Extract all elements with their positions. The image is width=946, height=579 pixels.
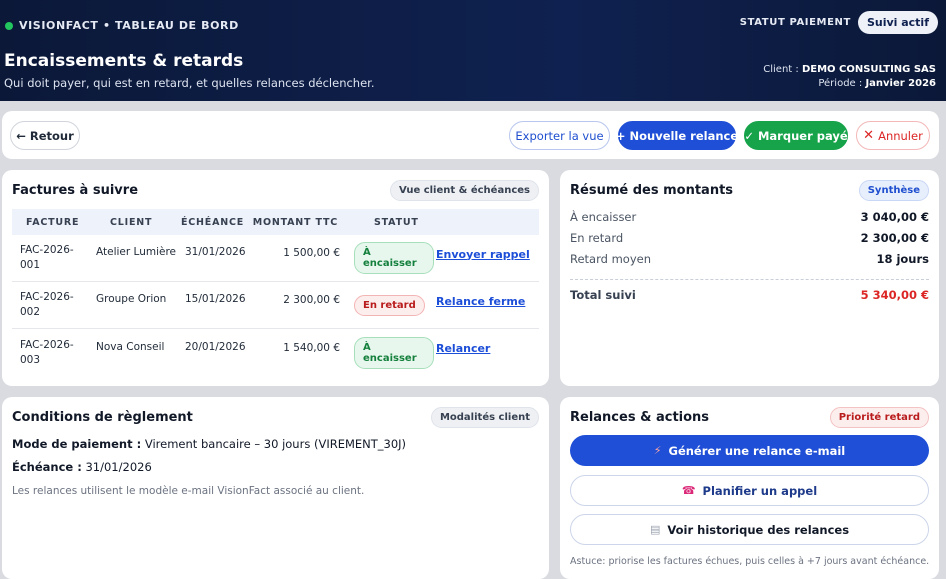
brand: VISIONFACT • TABLEAU DE BORD — [5, 19, 239, 32]
summary-value: 3 040,00 € — [860, 210, 929, 224]
summary-card: Résumé des montants Synthèse À encaisser… — [560, 170, 939, 386]
payment-method: Mode de paiement : Virement bancaire – 3… — [12, 437, 406, 451]
conditions-note: Les relances utilisent le modèle e-mail … — [12, 485, 365, 497]
period-label: Période : — [818, 78, 863, 89]
summary-tag: Synthèse — [858, 180, 929, 201]
payment-status: STATUT PAIEMENT Suivi actif — [740, 11, 938, 34]
invoice-number: FAC-2026-001 — [20, 244, 74, 271]
summary-total: Total suivi 5 340,00 € — [570, 288, 929, 302]
brand-label: VISIONFACT • TABLEAU DE BORD — [19, 19, 239, 32]
table-row: FAC-2026-003 Nova Conseil 20/01/2026 1 5… — [12, 329, 539, 376]
status-label: STATUT PAIEMENT — [739, 17, 851, 28]
payment-method-value: Virement bancaire – 30 jours (VIREMENT_3… — [144, 437, 407, 451]
client-name: DEMO CONSULTING SAS — [801, 64, 936, 75]
summary-title: Résumé des montants — [570, 183, 734, 198]
summary-total-label: Total suivi — [570, 288, 636, 302]
send-reminder-link[interactable]: Envoyer rappel — [436, 248, 530, 261]
toolbar: ← Retour Exporter la vue + Nouvelle rela… — [2, 111, 939, 159]
summary-value: 18 jours — [876, 252, 929, 266]
actions-title: Relances & actions — [570, 410, 710, 425]
summary-label: Retard moyen — [570, 252, 651, 266]
status-badge: À encaisser — [354, 242, 434, 274]
column-header-amount: MONTANT TTC — [252, 216, 338, 228]
app-header: VISIONFACT • TABLEAU DE BORD STATUT PAIE… — [0, 0, 946, 101]
document-icon: ▤ — [649, 523, 661, 536]
mark-paid-button[interactable]: ✓ Marquer payé — [744, 121, 848, 150]
cancel-label: Annuler — [878, 128, 923, 143]
due-date-value: 31/01/2026 — [85, 460, 152, 474]
close-icon: ✕ — [863, 128, 875, 143]
new-reminder-button[interactable]: + Nouvelle relance — [616, 121, 738, 150]
client-name: Nova Conseil — [96, 340, 165, 353]
conditions-title: Conditions de règlement — [12, 410, 193, 425]
summary-label: En retard — [570, 231, 624, 245]
generate-label: Générer une relance e-mail — [668, 443, 846, 458]
conditions-tag: Modalités client — [430, 407, 539, 428]
summary-total-value: 5 340,00 € — [860, 288, 929, 302]
summary-late: En retard 2 300,00 € — [570, 231, 929, 245]
due-date-label: Échéance : — [12, 460, 82, 474]
phone-icon: ☎ — [681, 484, 696, 497]
summary-label: À encaisser — [570, 210, 637, 224]
page-title: Encaissements & retards — [4, 51, 244, 71]
client-name: Atelier Lumière — [96, 246, 176, 258]
period-value: Janvier 2026 — [865, 78, 936, 89]
client-info: Client : DEMO CONSULTING SAS Période : J… — [763, 63, 936, 91]
cancel-button[interactable]: ✕ Annuler — [856, 121, 930, 150]
payment-conditions-card: Conditions de règlement Modalités client… — [2, 397, 549, 579]
history-label: Voir historique des relances — [667, 522, 850, 537]
invoices-card: Factures à suivre Vue client & échéances… — [2, 170, 549, 386]
amount: 1 500,00 € — [283, 247, 340, 259]
schedule-call-label: Planifier un appel — [702, 483, 818, 498]
page-subtitle: Qui doit payer, qui est en retard, et qu… — [4, 76, 375, 90]
invoice-number: FAC-2026-002 — [20, 291, 74, 318]
tip-text: Astuce: priorise les factures échues, pu… — [570, 556, 930, 567]
summary-to-collect: À encaisser 3 040,00 € — [570, 210, 929, 224]
due-date: 31/01/2026 — [185, 246, 246, 258]
export-view-button[interactable]: Exporter la vue — [509, 121, 610, 150]
invoices-tag: Vue client & échéances — [389, 180, 539, 201]
check-icon: ✓ — [744, 128, 754, 143]
reminder-history-button[interactable]: ▤ Voir historique des relances — [570, 514, 929, 545]
amount: 2 300,00 € — [283, 294, 340, 306]
due-date: 20/01/2026 — [185, 340, 246, 353]
summary-value: 2 300,00 € — [860, 231, 929, 245]
status-badge[interactable]: Suivi actif — [857, 11, 938, 34]
table-header: FACTURE CLIENT ÉCHÉANCE MONTANT TTC STAT… — [12, 209, 539, 235]
due-date: 15/01/2026 — [185, 293, 246, 305]
status-dot-icon — [5, 21, 13, 30]
column-header-client: CLIENT — [110, 216, 153, 228]
schedule-call-button[interactable]: ☎ Planifier un appel — [570, 475, 929, 506]
payment-method-label: Mode de paiement : — [12, 437, 142, 451]
summary-avg-delay: Retard moyen 18 jours — [570, 252, 929, 266]
firm-reminder-link[interactable]: Relance ferme — [436, 295, 525, 308]
reminders-actions-card: Relances & actions Priorité retard ⚡ Gén… — [560, 397, 939, 579]
status-badge: En retard — [354, 294, 425, 316]
invoices-table: FACTURE CLIENT ÉCHÉANCE MONTANT TTC STAT… — [12, 209, 539, 376]
mark-paid-label: Marquer payé — [757, 128, 848, 143]
table-row: FAC-2026-001 Atelier Lumière 31/01/2026 … — [12, 235, 539, 282]
invoice-number: FAC-2026-003 — [20, 338, 74, 366]
lightning-icon: ⚡ — [653, 444, 662, 457]
status-badge: À encaisser — [354, 336, 434, 369]
back-button[interactable]: ← Retour — [10, 121, 80, 150]
column-header-invoice: FACTURE — [26, 216, 80, 228]
amount: 1 540,00 € — [283, 341, 340, 354]
client-label: Client : — [763, 64, 799, 75]
due-date-line: Échéance : 31/01/2026 — [12, 460, 152, 474]
client-name: Groupe Orion — [96, 293, 167, 305]
actions-tag: Priorité retard — [829, 407, 929, 428]
remind-link[interactable]: Relancer — [436, 342, 490, 355]
generate-email-reminder-button[interactable]: ⚡ Générer une relance e-mail — [570, 435, 929, 466]
invoices-title: Factures à suivre — [12, 183, 139, 198]
summary-divider — [570, 279, 929, 280]
column-header-due: ÉCHÉANCE — [181, 216, 245, 228]
table-row: FAC-2026-002 Groupe Orion 15/01/2026 2 3… — [12, 282, 539, 329]
column-header-status: STATUT — [374, 216, 419, 228]
